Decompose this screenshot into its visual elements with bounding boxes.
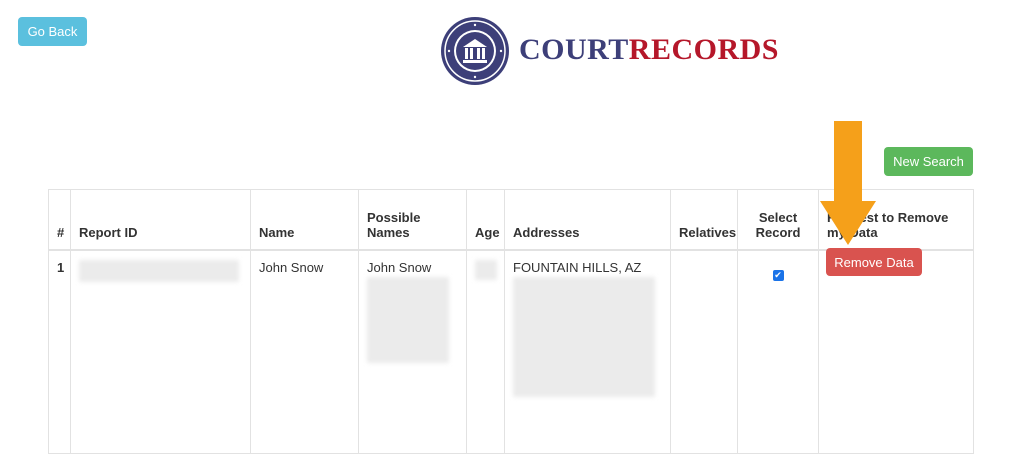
column-header-index: # <box>48 189 71 251</box>
court-records-logo: COURTRECORDS <box>439 15 779 87</box>
report-id-redacted <box>79 260 239 282</box>
row-index-cell: 1 <box>48 249 71 454</box>
row-index: 1 <box>57 260 65 275</box>
possible-names-redacted <box>367 277 449 363</box>
court-seal-icon <box>441 17 509 85</box>
addresses-cell: FOUNTAIN HILLS, AZ <box>504 249 671 454</box>
report-id-cell <box>70 249 251 454</box>
logo-wordmark: COURTRECORDS <box>519 33 779 67</box>
logo-records-text: RECORDS <box>628 33 779 66</box>
possible-names-cell: John Snow <box>358 249 467 454</box>
remove-data-button[interactable]: Remove Data <box>826 248 922 276</box>
relatives-cell <box>670 249 738 454</box>
record-name: John Snow <box>259 260 324 275</box>
column-header-relatives: Relatives <box>670 189 738 251</box>
column-header-name: Name <box>250 189 359 251</box>
down-arrow-icon <box>820 121 876 245</box>
age-cell <box>466 249 505 454</box>
age-redacted <box>475 260 497 280</box>
logo-court-text: COURT <box>519 33 629 66</box>
column-header-age: Age <box>466 189 505 251</box>
select-record-cell: ✔ <box>737 249 819 454</box>
select-record-checkbox[interactable]: ✔ <box>772 270 784 281</box>
addresses-redacted <box>513 277 655 397</box>
column-header-possible-names: Possible Names <box>358 189 467 251</box>
new-search-button[interactable]: New Search <box>884 147 973 176</box>
possible-name: John Snow <box>367 260 432 275</box>
remove-data-cell <box>818 249 974 454</box>
column-header-addresses: Addresses <box>504 189 671 251</box>
column-header-select-record: Select Record <box>737 189 819 251</box>
name-cell: John Snow <box>250 249 359 454</box>
table-row: 1 John Snow John Snow FOUNTAIN HILLS, AZ… <box>48 249 974 454</box>
go-back-button[interactable]: Go Back <box>18 17 87 46</box>
column-header-report-id: Report ID <box>70 189 251 251</box>
address: FOUNTAIN HILLS, AZ <box>513 260 642 275</box>
